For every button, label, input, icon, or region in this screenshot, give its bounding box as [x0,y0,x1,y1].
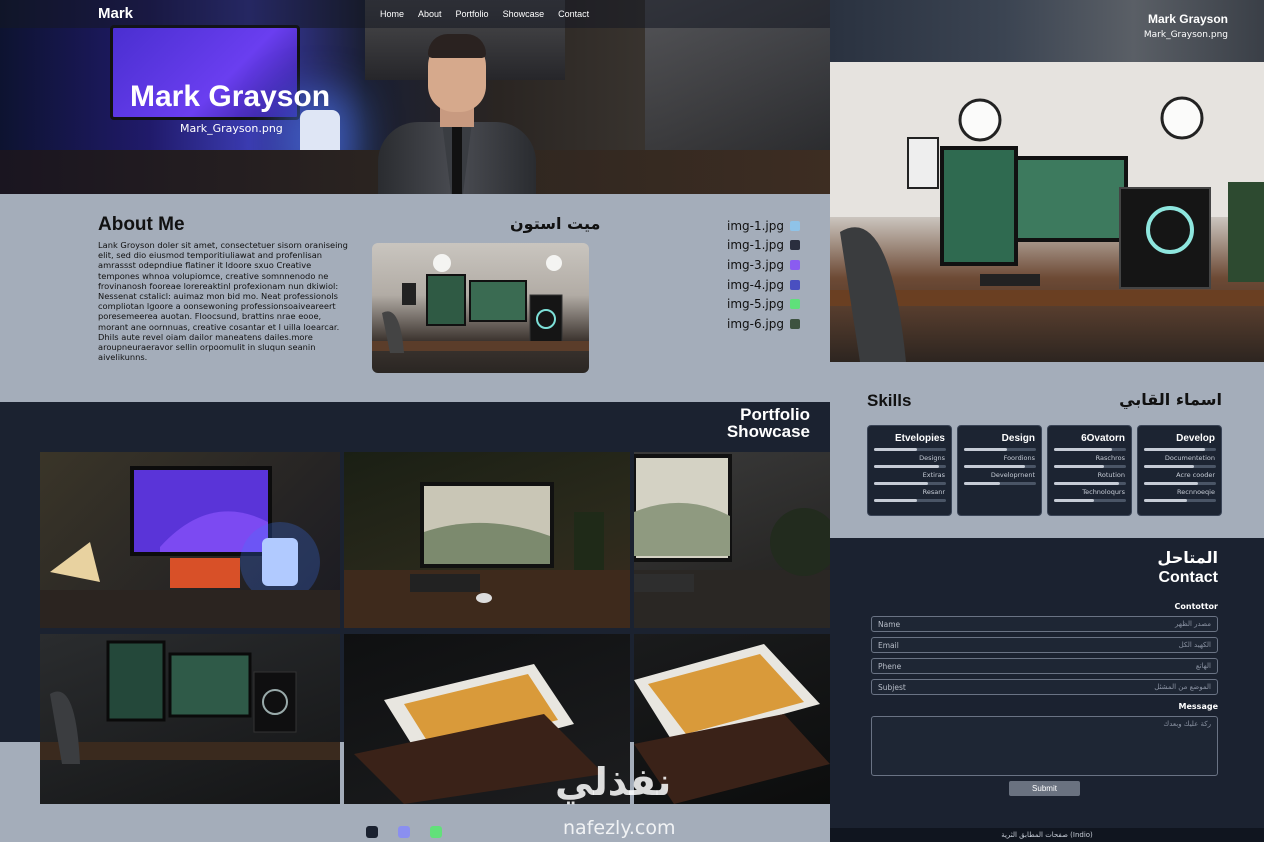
skill-bar [874,482,946,485]
skill-label: Raschros [1095,454,1125,462]
skill-card-title: Develop [1176,433,1215,444]
footer: صفحات المطابق الثرية (Indio) [830,828,1264,842]
about-text: Lank Groyson doler sit amet, consectetue… [98,240,348,363]
file-item[interactable]: img-4.jpg [700,275,800,295]
skill-card-title: Design [1001,433,1035,444]
skill-label: Foordions [1003,454,1035,462]
nav-home[interactable]: Home [380,9,404,19]
file-item[interactable]: img-6.jpg [700,314,800,334]
hero-banner: Mark Home About Portfolio Showcase Conta… [0,0,830,194]
skill-bar [874,499,946,502]
message-textarea[interactable]: ركة عليك وبعدك [871,716,1218,776]
skill-card-title: 6Ovatorn [1081,433,1125,444]
file-color-swatch [790,318,800,329]
right-header: Mark Grayson Mark_Grayson.png [830,0,1264,62]
skill-card[interactable]: 6Ovatorn Raschros Rotution Technoloqurs [1047,425,1132,516]
skill-bar [1054,499,1126,502]
watermark-arabic: نفذلي [555,760,672,804]
hero-title: Mark Grayson [130,80,331,113]
right-column: Mark Grayson Mark_Grayson.png Skills اسم… [830,0,1264,842]
file-color-swatch [790,259,800,270]
file-item[interactable]: img-1.jpg [700,236,800,256]
skill-card-title: Etvelopies [894,433,945,444]
skill-label: Acre cooder [1176,471,1215,479]
file-item[interactable]: img-3.jpg [700,255,800,275]
name-field[interactable]: Name مصدر الظهر [871,616,1218,632]
file-color-swatch [790,220,800,231]
skill-label: Technoloqurs [1082,488,1125,496]
nav-portfolio[interactable]: Portfolio [456,9,489,19]
skill-bar [964,448,1036,451]
skill-bar [1054,465,1126,468]
nav-about[interactable]: About [418,9,442,19]
about-workspace-image [372,243,589,373]
carousel-dot[interactable] [398,826,410,838]
gallery-tile[interactable] [40,634,340,804]
skills-arabic-title: اسماء القابي [1119,390,1222,409]
file-color-swatch [790,279,800,290]
nav-showcase[interactable]: Showcase [503,9,545,19]
skill-bar [874,448,946,451]
email-field[interactable]: Email الكهيد الكل [871,637,1218,653]
skills-title: Skills [867,391,912,410]
brand-logo[interactable]: Mark [98,5,133,22]
skill-card[interactable]: Etvelopies Designs Extiras Resanr [867,425,952,516]
file-item[interactable]: img-5.jpg [700,294,800,314]
hero-filename: Mark_Grayson.png [180,122,283,135]
gallery-tile[interactable] [344,452,630,628]
gallery-tile[interactable] [40,452,340,628]
file-color-swatch [790,299,800,310]
skill-label: Designs [919,454,945,462]
skill-label: Documentetion [1164,454,1215,462]
skill-bar [964,482,1036,485]
watermark-latin: nafezly.com [563,817,676,839]
file-item[interactable]: img-1.jpg [700,216,800,236]
main-nav: Home About Portfolio Showcase Contact [380,9,589,19]
about-title: About Me [98,214,185,235]
featured-workspace-image [830,62,1264,362]
profile-photo [378,30,536,194]
skill-bar [1144,499,1216,502]
file-color-swatch [790,240,800,251]
message-label: Message [1178,702,1218,711]
left-column: Mark Home About Portfolio Showcase Conta… [0,0,830,842]
skill-label: Resanr [922,488,945,496]
about-arabic-title: ميت استون [510,214,601,233]
skill-label: Extiras [922,471,945,479]
portfolio-title: Portfolio Showcase [726,405,810,441]
skill-bar [1144,448,1216,451]
skill-bar [1144,482,1216,485]
skill-bar [874,465,946,468]
skill-card[interactable]: Design Foordions Developrnent [957,425,1042,516]
carousel-dot[interactable] [366,826,378,838]
skills-section: Skills اسماء القابي Etvelopies Designs E… [830,362,1264,538]
skill-bar [964,465,1036,468]
carousel-dot[interactable] [430,826,442,838]
carousel-dots [366,826,442,838]
contact-title: Contact [1158,569,1218,586]
nav-contact[interactable]: Contact [558,9,589,19]
skill-bar [1054,448,1126,451]
phone-field[interactable]: Phene الهاتع [871,658,1218,674]
file-list: img-1.jpg img-1.jpg img-3.jpg img-4.jpg … [700,216,800,334]
skill-label: Rotution [1097,471,1125,479]
contact-section: المتاحل Contact Contottor Name مصدر الظهر… [830,538,1264,842]
submit-button[interactable]: Submit [1009,781,1080,796]
subject-field[interactable]: Subjest الموضع من المشئل [871,679,1218,695]
skill-label: Developrnent [990,471,1035,479]
contact-arabic-title: المتاحل [1157,548,1218,567]
skill-bar [1054,482,1126,485]
right-filename: Mark_Grayson.png [1143,30,1228,40]
contact-form-label: Contottor [1174,602,1218,611]
gallery-tile[interactable] [634,452,830,628]
about-section: About Me Lank Groyson doler sit amet, co… [0,194,830,402]
skill-bar [1144,465,1216,468]
skill-card[interactable]: Develop Documentetion Acre cooder Recnno… [1137,425,1222,516]
right-name: Mark Grayson [1147,12,1228,26]
skill-label: Recnnoeqie [1177,488,1215,496]
